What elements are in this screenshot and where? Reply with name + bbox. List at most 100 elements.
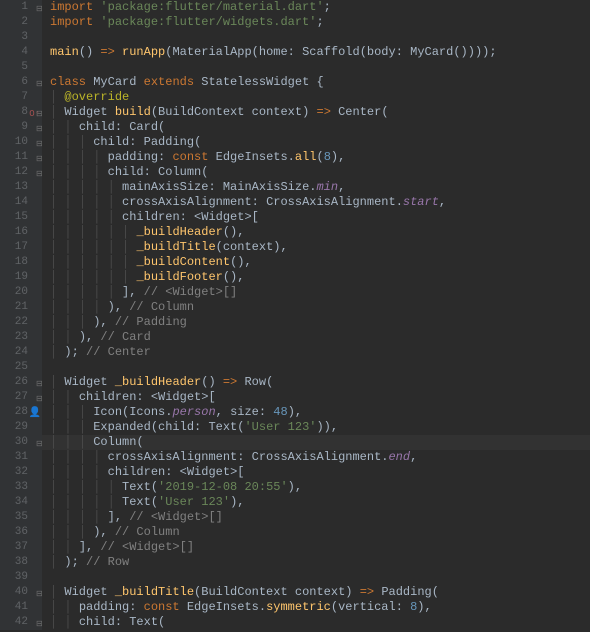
line-number[interactable]: 36 [0, 525, 42, 540]
code-line[interactable]: │ │ │ │ ], // <Widget>[] [50, 510, 590, 525]
line-number[interactable]: 29 [0, 420, 42, 435]
code-line[interactable]: │ Widget _buildHeader() => Row( [50, 375, 590, 390]
fold-toggle-icon[interactable]: ⊟ [36, 437, 43, 452]
code-line[interactable]: class MyCard extends StatelessWidget { [50, 75, 590, 90]
code-line[interactable]: import 'package:flutter/widgets.dart'; [50, 15, 590, 30]
code-line[interactable]: │ │ │ │ crossAxisAlignment: CrossAxisAli… [50, 450, 590, 465]
line-number[interactable]: 25 [0, 360, 42, 375]
token-op: ; [324, 0, 331, 14]
line-number[interactable]: 28👤 [0, 405, 42, 420]
token-type: Widget [64, 375, 114, 389]
code-line[interactable]: │ │ │ │ │ children: <Widget>[ [50, 210, 590, 225]
code-line[interactable] [50, 60, 590, 75]
code-line[interactable]: │ │ │ │ │ │ _buildFooter(), [50, 270, 590, 285]
code-line[interactable]: │ │ │ │ child: Column( [50, 165, 590, 180]
code-line[interactable]: │ │ │ ), // Column [50, 525, 590, 540]
code-line[interactable]: │ │ │ │ │ │ _buildHeader(), [50, 225, 590, 240]
code-line[interactable]: │ │ │ │ │ │ _buildTitle(context), [50, 240, 590, 255]
code-editor[interactable]: import 'package:flutter/material.dart';i… [42, 0, 590, 630]
line-number[interactable]: 39 [0, 570, 42, 585]
line-number[interactable]: 32 [0, 465, 42, 480]
line-number[interactable]: 41 [0, 600, 42, 615]
token-fn: _buildTitle [136, 240, 215, 254]
line-number[interactable]: 7 [0, 90, 42, 105]
token-fn: main [50, 45, 79, 59]
line-number-gutter[interactable]: 12345678O↑910111213141516171819202122232… [0, 0, 42, 630]
code-line[interactable]: │ │ ], // <Widget>[] [50, 540, 590, 555]
line-number[interactable]: 34 [0, 495, 42, 510]
token-op: , [338, 150, 345, 164]
code-line[interactable]: │ │ │ │ │ mainAxisSize: MainAxisSize.min… [50, 180, 590, 195]
code-line[interactable]: │ │ │ Icon(Icons.person, size: 48), [50, 405, 590, 420]
line-number[interactable]: 22 [0, 315, 42, 330]
code-line[interactable]: │ │ │ │ │ crossAxisAlignment: CrossAxisA… [50, 195, 590, 210]
fold-toggle-icon[interactable]: ⊟ [36, 77, 43, 92]
line-number[interactable]: 13 [0, 180, 42, 195]
code-line[interactable]: │ Widget _buildTitle(BuildContext contex… [50, 585, 590, 600]
token-cls: Row [244, 375, 266, 389]
code-line[interactable]: import 'package:flutter/material.dart'; [50, 0, 590, 15]
code-line[interactable]: │ @override [50, 90, 590, 105]
code-line[interactable]: │ │ │ │ │ Text('User 123'), [50, 495, 590, 510]
line-number[interactable]: 14 [0, 195, 42, 210]
fold-toggle-icon[interactable]: ⊟ [36, 167, 43, 182]
code-line[interactable]: │ │ │ │ │ │ _buildContent(), [50, 255, 590, 270]
line-number[interactable]: 15 [0, 210, 42, 225]
code-line[interactable]: │ │ │ Column( [50, 435, 590, 450]
code-line[interactable]: │ │ │ child: Padding( [50, 135, 590, 150]
token-paren: ) [331, 150, 338, 164]
code-line[interactable]: │ │ child: Card( [50, 120, 590, 135]
fold-toggle-icon[interactable]: ⊟ [36, 152, 43, 167]
line-number[interactable]: 37 [0, 540, 42, 555]
code-line[interactable]: │ │ padding: const EdgeInsets.symmetric(… [50, 600, 590, 615]
fold-toggle-icon[interactable]: ⊟ [36, 392, 43, 407]
code-line[interactable]: main() => runApp(MaterialApp(home: Scaff… [50, 45, 590, 60]
line-number[interactable]: 3 [0, 30, 42, 45]
line-number[interactable]: 21 [0, 300, 42, 315]
code-line[interactable]: │ │ │ │ padding: const EdgeInsets.all(8)… [50, 150, 590, 165]
fold-toggle-icon[interactable]: ⊟ [36, 122, 43, 137]
line-number[interactable]: 31 [0, 450, 42, 465]
code-line[interactable]: │ ); // Center [50, 345, 590, 360]
author-gutter-icon[interactable]: 👤 [29, 406, 41, 421]
line-number[interactable]: 35 [0, 510, 42, 525]
code-line[interactable]: │ ); // Row [50, 555, 590, 570]
code-line[interactable]: │ │ │ │ children: <Widget>[ [50, 465, 590, 480]
code-line[interactable]: │ │ children: <Widget>[ [50, 390, 590, 405]
token-named: home: [259, 45, 302, 59]
code-line[interactable]: │ │ ), // Card [50, 330, 590, 345]
code-line[interactable]: │ │ │ │ ), // Column [50, 300, 590, 315]
fold-toggle-icon[interactable]: ⊟ [36, 2, 43, 17]
code-line[interactable] [50, 30, 590, 45]
code-line[interactable]: │ │ │ Expanded(child: Text('User 123')), [50, 420, 590, 435]
line-number[interactable]: 2 [0, 15, 42, 30]
token-type: Widget [64, 105, 114, 119]
fold-toggle-icon[interactable]: ⊟ [36, 377, 43, 392]
code-line[interactable]: │ │ │ │ │ Text('2019-12-08 20:55'), [50, 480, 590, 495]
line-number[interactable]: 23 [0, 330, 42, 345]
code-line[interactable]: │ Widget build(BuildContext context) => … [50, 105, 590, 120]
fold-toggle-icon[interactable]: ⊟ [36, 107, 43, 122]
line-number[interactable]: 5 [0, 60, 42, 75]
token-cls: Center [338, 105, 381, 119]
line-number[interactable]: 19 [0, 270, 42, 285]
line-number[interactable]: 18 [0, 255, 42, 270]
code-line[interactable]: │ │ │ │ │ ], // <Widget>[] [50, 285, 590, 300]
line-number[interactable]: 38 [0, 555, 42, 570]
token-op: . [288, 150, 295, 164]
line-number[interactable]: 33 [0, 480, 42, 495]
code-line[interactable]: │ │ │ ), // Padding [50, 315, 590, 330]
code-line[interactable] [50, 360, 590, 375]
code-line[interactable] [50, 570, 590, 585]
line-number[interactable]: 17 [0, 240, 42, 255]
code-line[interactable]: │ │ child: Text( [50, 615, 590, 630]
token-comment: // Center [86, 345, 151, 359]
line-number[interactable]: 24 [0, 345, 42, 360]
fold-toggle-icon[interactable]: ⊟ [36, 137, 43, 152]
line-number[interactable]: 4 [0, 45, 42, 60]
token-named: child: [79, 120, 129, 134]
fold-toggle-icon[interactable]: ⊟ [36, 587, 43, 602]
line-number[interactable]: 20 [0, 285, 42, 300]
line-number[interactable]: 16 [0, 225, 42, 240]
token-param: context [252, 105, 302, 119]
